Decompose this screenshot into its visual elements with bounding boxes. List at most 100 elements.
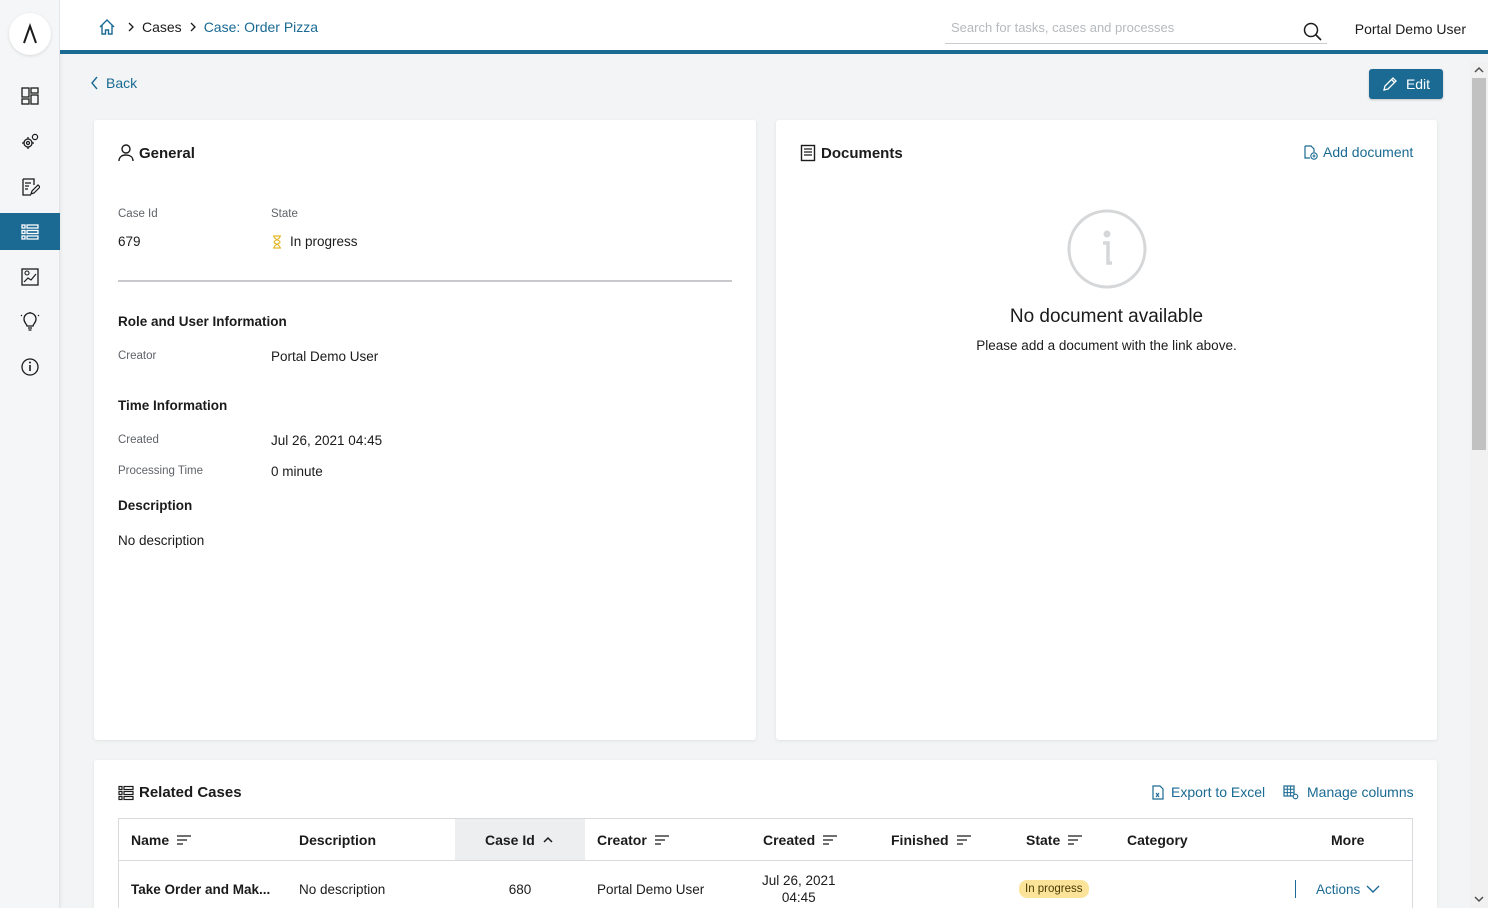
breadcrumb: Cases Case: Order Pizza	[98, 18, 324, 36]
back-button[interactable]: Back	[90, 75, 137, 91]
top-bar: Cases Case: Order Pizza Portal Demo User	[60, 0, 1488, 54]
document-icon	[800, 144, 816, 162]
general-title: General	[118, 144, 195, 162]
related-cases-table: Name Description Case Id Creator Created…	[118, 818, 1413, 908]
info-icon	[21, 357, 39, 376]
related-cases-title: Related Cases	[118, 784, 242, 801]
sort-icon	[654, 834, 669, 845]
case-id-label: Case Id	[118, 208, 158, 220]
sidebar-item-dashboard[interactable]	[0, 77, 60, 114]
column-name[interactable]: Name	[131, 819, 192, 860]
page-scrollbar[interactable]	[1470, 62, 1488, 908]
export-excel-button[interactable]: Export to Excel	[1151, 784, 1265, 800]
sort-icon	[823, 834, 838, 845]
sort-ascending-icon	[543, 836, 553, 843]
divider	[118, 280, 732, 282]
creator-label: Creator	[118, 350, 157, 362]
sidebar-item-info[interactable]	[0, 348, 60, 385]
sidebar-item-ideas[interactable]	[0, 303, 60, 340]
chevron-right-icon	[190, 22, 196, 32]
actions-divider	[1295, 880, 1296, 898]
table-row[interactable]: Take Order and Mak... No description 680…	[119, 861, 1412, 908]
row-creator: Portal Demo User	[597, 881, 705, 897]
edit-label: Edit	[1405, 76, 1431, 92]
column-state[interactable]: State	[1026, 819, 1083, 860]
row-case-id: 680	[508, 881, 532, 897]
table-header: Name Description Case Id Creator Created…	[119, 819, 1412, 861]
processing-time-value: 0 minute	[271, 464, 323, 479]
sidebar	[0, 0, 60, 908]
scroll-down-icon[interactable]	[1474, 894, 1484, 904]
created-label: Created	[118, 434, 159, 446]
breadcrumb-cases[interactable]: Cases	[142, 19, 182, 35]
chevron-down-icon	[1366, 885, 1380, 893]
add-document-icon	[1304, 144, 1318, 160]
info-circle-icon	[1067, 209, 1146, 289]
documents-title: Documents	[800, 144, 903, 162]
sidebar-item-tasks[interactable]	[0, 168, 60, 205]
sidebar-item-statistics[interactable]	[0, 258, 60, 295]
description-value: No description	[118, 533, 205, 548]
empty-title: No document available	[1009, 306, 1204, 327]
column-description: Description	[299, 831, 377, 848]
statistics-icon	[21, 267, 39, 286]
empty-state: No document available Please add a docum…	[776, 208, 1437, 353]
back-label: Back	[106, 75, 138, 91]
chevron-right-icon	[128, 22, 134, 32]
column-finished[interactable]: Finished	[891, 819, 972, 860]
manage-columns-button[interactable]: Manage columns	[1283, 784, 1414, 800]
creator-value: Portal Demo User	[271, 349, 379, 364]
column-creator[interactable]: Creator	[597, 819, 670, 860]
processing-time-label: Processing Time	[118, 465, 204, 477]
breadcrumb-current: Case: Order Pizza	[203, 19, 319, 35]
cases-icon	[21, 223, 39, 240]
columns-icon	[1283, 784, 1299, 799]
home-icon[interactable]	[98, 18, 116, 36]
general-card: General Case Id 679 State In progress Ro…	[94, 120, 756, 740]
tasks-icon	[22, 177, 40, 196]
row-more: Actions	[1295, 861, 1380, 908]
user-menu[interactable]: Portal Demo User	[1355, 21, 1466, 37]
user-icon	[118, 144, 134, 162]
search-input[interactable]	[945, 16, 1285, 39]
column-case-id[interactable]: Case Id	[455, 819, 585, 860]
state-label: State	[271, 208, 298, 220]
row-name[interactable]: Take Order and Mak...	[131, 861, 270, 908]
column-category: Category	[1127, 831, 1188, 848]
state-value: In progress	[271, 234, 358, 249]
sort-icon	[177, 834, 192, 845]
column-created[interactable]: Created	[763, 819, 838, 860]
created-value: Jul 26, 2021 04:45	[271, 433, 383, 448]
sidebar-item-cases[interactable]	[0, 213, 60, 250]
actions-dropdown[interactable]: Actions	[1316, 882, 1380, 897]
scroll-up-icon[interactable]	[1474, 65, 1484, 75]
chevron-left-icon	[91, 76, 98, 90]
scroll-thumb[interactable]	[1472, 78, 1486, 450]
description-heading: Description	[118, 498, 193, 513]
role-section-heading: Role and User Information	[118, 314, 287, 329]
empty-subtitle: Please add a document with the link abov…	[976, 338, 1237, 353]
status-badge: In progress	[1019, 880, 1089, 898]
sort-icon	[1068, 834, 1083, 845]
processes-icon	[22, 133, 39, 149]
row-state: In progress	[1019, 861, 1089, 908]
column-more: More	[1331, 831, 1365, 848]
lightbulb-icon	[20, 311, 40, 331]
related-cases-card: Related Cases Export to Excel Manage col…	[94, 760, 1437, 908]
time-section-heading: Time Information	[118, 398, 228, 413]
add-document-button[interactable]: Add document	[1303, 144, 1413, 160]
app-logo[interactable]	[9, 13, 51, 55]
documents-card: Documents Add document No document avail…	[776, 120, 1437, 740]
pencil-icon	[1383, 77, 1397, 91]
edit-button[interactable]: Edit	[1369, 69, 1443, 99]
global-search	[945, 16, 1327, 44]
dashboard-icon	[21, 86, 39, 105]
excel-icon	[1152, 784, 1164, 800]
search-icon[interactable]	[1303, 22, 1323, 42]
sort-icon	[956, 834, 971, 845]
row-description: No description	[299, 881, 386, 897]
logo-icon	[23, 23, 37, 44]
row-created: Jul 26, 2021 04:45	[762, 873, 836, 905]
sidebar-item-processes[interactable]	[0, 123, 60, 160]
cases-list-icon	[118, 785, 134, 800]
